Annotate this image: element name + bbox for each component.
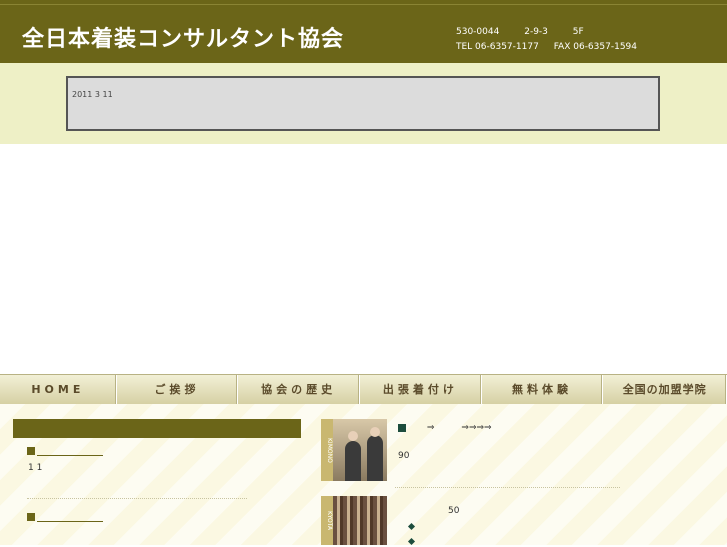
header-rule [0,4,727,5]
thumb-label: KIMONO [321,419,333,481]
sidebar-link-1[interactable] [27,446,103,456]
site-header: 全日本着装コンサルタント協会 530-0044 2-9-3 5F TEL 06-… [0,0,727,63]
nav-member-schools[interactable]: 全国の加盟学院 [603,375,727,404]
ceremony-photo[interactable]: KYOTA [321,496,387,545]
person-figure [367,435,383,481]
crowd-image [333,496,387,545]
divider [27,498,247,499]
address-floor: 5F [572,27,584,37]
link-underline [37,521,103,522]
news-headline[interactable]: ⇒ ⇒⇒⇒⇒ [398,420,492,433]
site-title[interactable]: 全日本着装コンサルタント協会 [22,26,344,54]
kimono-photo[interactable]: KIMONO [321,419,387,481]
address-line: 530-0044 2-9-3 5F [456,27,606,37]
square-bullet-icon [398,423,406,432]
thumb-label: KYOTA [321,496,333,545]
nav-greeting[interactable]: ご挨拶 [117,375,239,404]
square-bullet-icon [27,446,35,455]
link-underline [37,455,103,456]
fax-number: FAX 06-6357-1594 [553,42,637,52]
address-number: 2-9-3 [524,27,548,37]
nav-history[interactable]: 協会の歴史 [238,375,361,404]
news-number-50: 50 [448,506,460,516]
sidebar-header [13,419,301,438]
person-figure [345,441,361,481]
nav-dispatch-dressing[interactable]: 出張着付け [360,375,482,404]
sidebar-link-2[interactable] [27,512,103,522]
arrow-links: ⇒ ⇒⇒⇒⇒ [426,423,492,433]
person-head [348,431,358,441]
main-nav: HOME ご挨拶 協会の歴史 出張着付け 無料体験 全国の加盟学院 [0,374,727,405]
phone-line: TEL 06-6357-1177 FAX 06-6357-1594 [456,42,659,52]
person-head [370,427,380,437]
tel-number: TEL 06-6357-1177 [456,42,539,52]
diamond-bullet-icon [407,522,416,532]
news-number-90: 90 [398,451,410,461]
notice-box: 2011 3 11 [66,76,660,131]
nav-free-trial[interactable]: 無料体験 [482,375,604,404]
nav-home[interactable]: HOME [0,375,117,404]
notice-date: 2011 3 11 [72,90,113,99]
sidebar-item-text: 1 1 [28,463,43,473]
postal-code: 530-0044 [456,27,500,37]
square-bullet-icon [27,512,35,521]
diamond-bullet-icon [407,537,416,547]
divider [395,487,620,488]
